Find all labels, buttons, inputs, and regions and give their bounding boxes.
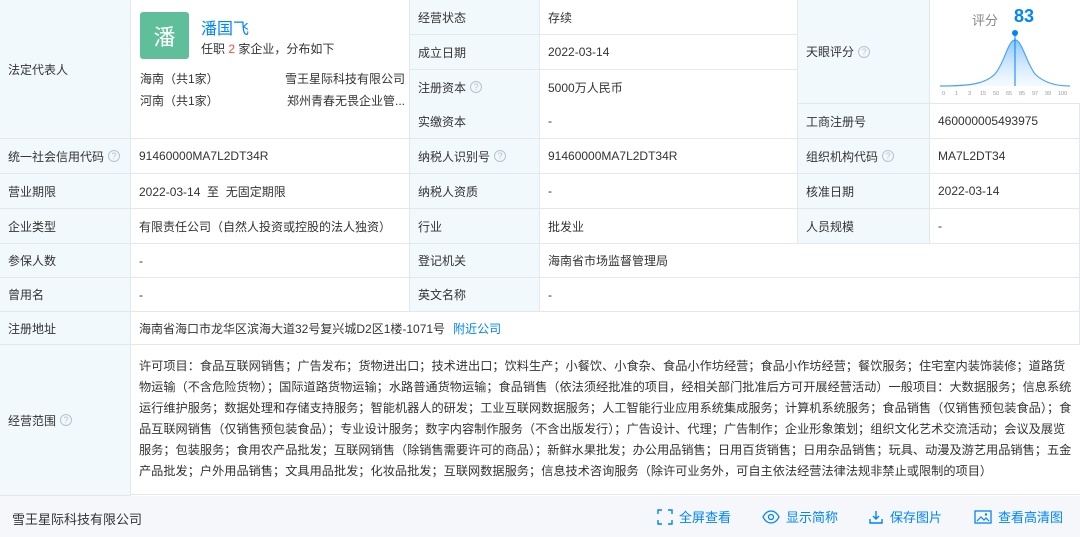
- insured-value: -: [131, 244, 410, 278]
- english-label: 英文名称: [410, 278, 540, 312]
- help-icon[interactable]: ?: [470, 81, 483, 93]
- tick-label: 100: [1058, 91, 1067, 97]
- term-value: 2022-03-14 至 无固定期限: [131, 174, 410, 209]
- show-brief-button[interactable]: 显示简称: [762, 507, 838, 526]
- former-label: 曾用名: [0, 278, 131, 312]
- region-company-link[interactable]: 雪王星际科技有限公司: [285, 70, 405, 87]
- address-value: 海南省海口市龙华区滨海大道32号复兴城D2区1楼-1071号 附近公司: [131, 312, 1080, 345]
- legal-rep-name[interactable]: 潘国飞: [201, 15, 249, 39]
- tick-label: 0: [942, 91, 945, 97]
- taxid-label: 纳税人识别号?: [410, 139, 540, 174]
- save-image-label: 保存图片: [890, 510, 943, 525]
- type-label: 企业类型: [0, 209, 131, 244]
- org-label: 组织机构代码?: [798, 139, 930, 174]
- regno-value: 460000005493975: [930, 104, 1080, 139]
- view-hd-button[interactable]: 查看高清图: [974, 507, 1063, 526]
- footer-company-name: 雪王星际科技有限公司: [12, 512, 143, 527]
- help-icon[interactable]: ?: [108, 150, 121, 162]
- tick-label: 97: [1032, 91, 1038, 97]
- credit-value: 91460000MA7L2DT34R: [131, 139, 410, 174]
- jobs-count: 2: [228, 42, 236, 56]
- fullscreen-label: 全屏查看: [679, 510, 732, 525]
- save-image-button[interactable]: 保存图片: [868, 507, 942, 526]
- type-value: 有限责任公司（自然人投资或控股的法人独资）: [131, 209, 410, 244]
- help-icon[interactable]: ?: [882, 150, 895, 162]
- approve-label: 核准日期: [798, 174, 930, 209]
- image-icon: [974, 509, 992, 524]
- view-hd-label: 查看高清图: [998, 510, 1064, 525]
- score-chart[interactable]: 评分 83 0 1 3 15 50 65 85 97 99 100: [930, 0, 1080, 104]
- tick-label: 85: [1019, 91, 1025, 97]
- tick-label: 1: [955, 91, 958, 97]
- founded-value: 2022-03-14: [540, 35, 798, 70]
- tick-label: 3: [968, 91, 971, 97]
- fullscreen-icon: [657, 508, 673, 525]
- former-value: -: [131, 278, 410, 312]
- taxq-label: 纳税人资质: [410, 174, 540, 209]
- scope-label: 经营范围?: [0, 345, 131, 496]
- score-label: 天眼评分?: [798, 0, 930, 104]
- help-icon[interactable]: ?: [60, 414, 73, 426]
- legal-rep-jobs: 任职 2 家企业，分布如下: [201, 42, 335, 56]
- footer-bar: 雪王星际科技有限公司 全屏查看 显示简称 保存图片 查看高清图: [0, 496, 1080, 537]
- paid-value: -: [540, 104, 798, 139]
- regno-label: 工商注册号: [798, 104, 930, 139]
- paid-label: 实缴资本: [410, 104, 540, 139]
- fullscreen-button[interactable]: 全屏查看: [657, 507, 731, 526]
- staff-label: 人员规模: [798, 209, 930, 244]
- taxid-value: 91460000MA7L2DT34R: [540, 139, 798, 174]
- download-icon: [869, 510, 883, 524]
- scope-value: 许可项目：食品互联网销售；广告发布；货物进出口；技术进出口；饮料生产；小餐饮、小…: [131, 345, 1080, 495]
- help-icon[interactable]: ?: [494, 150, 507, 162]
- regauth-value: 海南省市场监督管理局: [540, 244, 1080, 278]
- region-row: 海南（共1家） 雪王星际科技有限公司: [140, 70, 405, 87]
- capital-value: 5000万人民币: [540, 70, 798, 105]
- legal-rep-label: 法定代表人: [0, 0, 131, 139]
- tick-label: 50: [993, 91, 999, 97]
- taxq-value: -: [540, 174, 798, 209]
- industry-label: 行业: [410, 209, 540, 244]
- eye-icon: [762, 509, 780, 524]
- approve-value: 2022-03-14: [930, 174, 1080, 209]
- region-label: 海南（共1家）: [140, 72, 219, 86]
- region-company-link[interactable]: 郑州青春无畏企业管...: [287, 92, 405, 109]
- nearby-companies-link[interactable]: 附近公司: [453, 320, 501, 337]
- english-value: -: [540, 278, 1080, 312]
- score-distribution-icon: 0 1 3 15 50 65 85 97 99 100: [939, 30, 1071, 97]
- insured-label: 参保人数: [0, 244, 131, 278]
- regauth-label: 登记机关: [410, 244, 540, 278]
- tick-label: 15: [980, 91, 986, 97]
- status-label: 经营状态: [410, 0, 540, 35]
- avatar[interactable]: 潘: [140, 12, 189, 59]
- credit-label: 统一社会信用代码?: [0, 139, 131, 174]
- region-row: 河南（共1家） 郑州青春无畏企业管...: [140, 92, 405, 109]
- help-icon[interactable]: ?: [858, 45, 871, 58]
- org-value: MA7L2DT34: [930, 139, 1080, 174]
- founded-label: 成立日期: [410, 35, 540, 70]
- show-brief-label: 显示简称: [786, 510, 839, 525]
- address-label: 注册地址: [0, 312, 131, 345]
- industry-value: 批发业: [540, 209, 798, 244]
- tick-label: 65: [1006, 91, 1012, 97]
- region-label: 河南（共1家）: [140, 94, 219, 108]
- status-value: 存续: [540, 0, 798, 35]
- tick-label: 99: [1045, 91, 1051, 97]
- term-label: 营业期限: [0, 174, 131, 209]
- legal-rep-card: 潘 潘国飞 任职 2 家企业，分布如下 海南（共1家） 雪王星际科技有限公司 河…: [131, 0, 410, 139]
- capital-label: 注册资本?: [410, 70, 540, 105]
- staff-value: -: [930, 209, 1080, 244]
